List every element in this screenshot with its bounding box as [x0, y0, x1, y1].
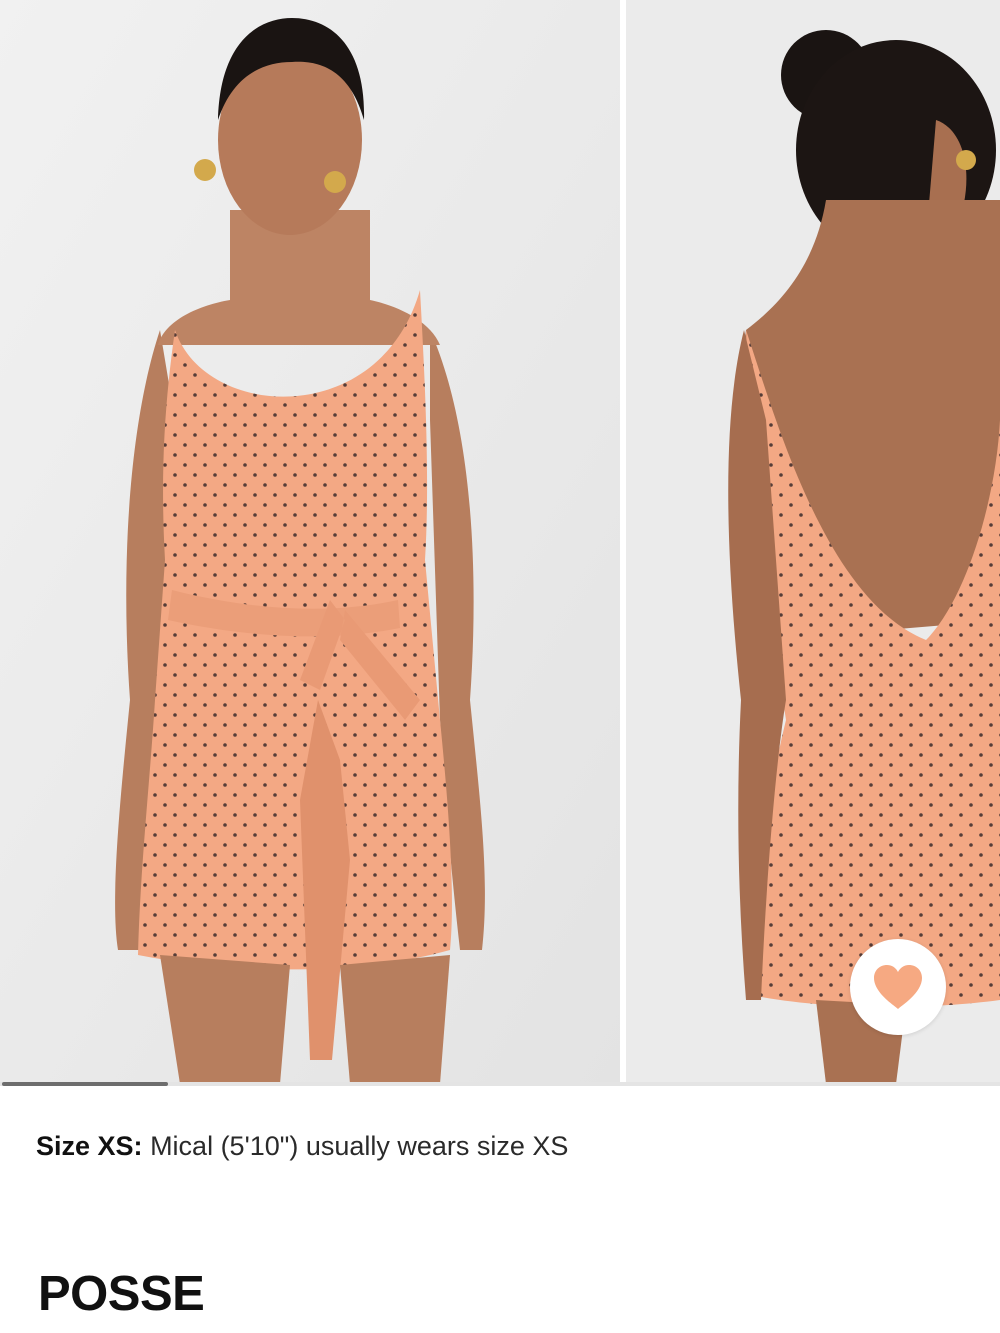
model-front-photo [0, 0, 620, 1084]
brand-name[interactable]: POSSE [38, 1266, 205, 1322]
gallery-scrollbar-thumb[interactable] [2, 1082, 168, 1086]
model-size-note: Size XS: Mical (5'10") usually wears siz… [36, 1128, 568, 1164]
heart-icon [874, 965, 922, 1009]
size-description: Mical (5'10") usually wears size XS [150, 1131, 569, 1161]
product-image-front[interactable] [0, 0, 620, 1084]
favorite-button[interactable] [850, 939, 946, 1035]
model-back-photo [626, 0, 1000, 1084]
product-image-gallery[interactable] [0, 0, 1000, 1086]
product-image-back[interactable] [626, 0, 1000, 1084]
size-label: Size XS: [36, 1131, 143, 1161]
